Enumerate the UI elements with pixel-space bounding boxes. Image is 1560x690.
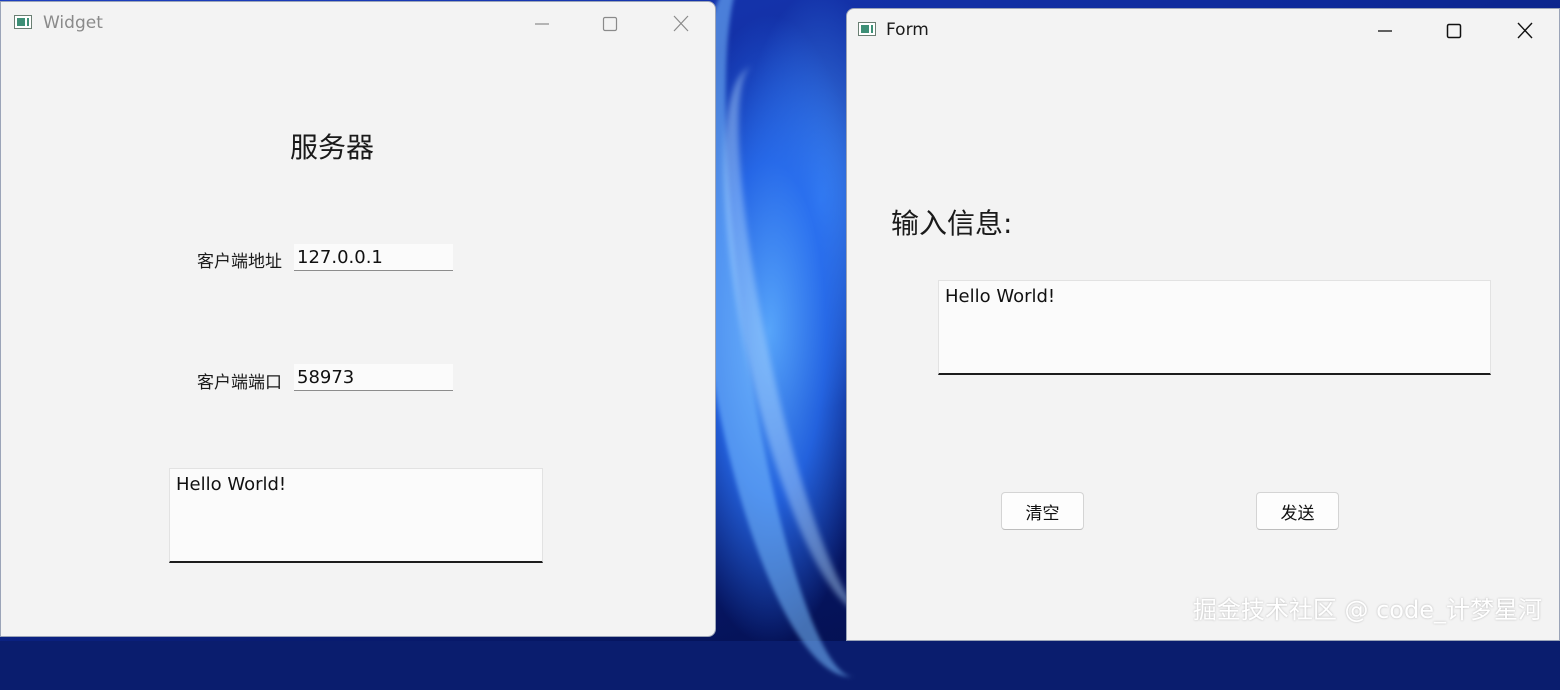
close-icon — [673, 15, 689, 32]
client-port-field[interactable] — [294, 364, 453, 391]
widget-window[interactable]: Widget 服务器 客户端地址 客户端端口 Hello World! — [0, 1, 716, 637]
widget-title: Widget — [43, 13, 103, 33]
message-input-textarea[interactable]: Hello World! — [938, 280, 1491, 375]
widget-minimize-button[interactable] — [519, 8, 565, 40]
widget-close-button[interactable] — [658, 8, 704, 40]
close-icon — [1517, 22, 1533, 39]
maximize-icon — [602, 16, 618, 32]
client-address-label: 客户端地址 — [197, 252, 282, 272]
qt-app-icon — [858, 22, 876, 36]
client-address-field[interactable] — [294, 244, 453, 271]
input-info-label: 输入信息: — [891, 207, 1013, 240]
send-button[interactable]: 发送 — [1256, 492, 1339, 530]
widget-titlebar[interactable]: Widget — [1, 2, 715, 44]
form-titlebar[interactable]: Form — [847, 9, 1559, 51]
form-close-button[interactable] — [1502, 15, 1548, 47]
form-window[interactable]: Form 输入信息: Hello World! 清空 发送 — [846, 8, 1560, 641]
clear-button[interactable]: 清空 — [1001, 492, 1084, 530]
server-heading: 服务器 — [290, 131, 375, 164]
form-maximize-button[interactable] — [1431, 15, 1477, 47]
form-title: Form — [886, 20, 929, 40]
maximize-icon — [1446, 23, 1462, 39]
received-message-textarea[interactable]: Hello World! — [169, 468, 543, 563]
minimize-icon — [1378, 30, 1392, 32]
widget-maximize-button[interactable] — [587, 8, 633, 40]
minimize-icon — [535, 23, 549, 25]
qt-app-icon — [14, 15, 32, 29]
form-minimize-button[interactable] — [1362, 15, 1408, 47]
watermark-text: 掘金技术社区 @ code_计梦星河 — [1192, 596, 1542, 624]
client-port-label: 客户端端口 — [197, 373, 282, 393]
